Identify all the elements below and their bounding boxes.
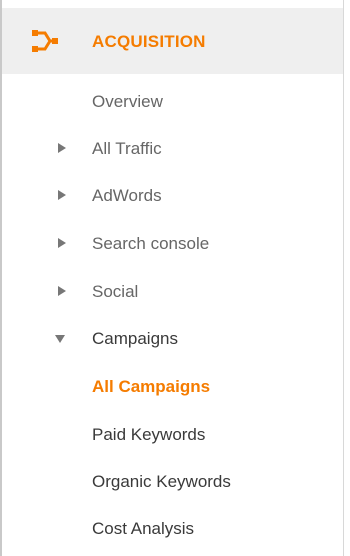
expand-arrow-icon[interactable] [58, 190, 66, 200]
nav-subitem-organic-keywords[interactable]: Organic Keywords [2, 462, 343, 502]
acquisition-fork-icon [32, 30, 58, 52]
nav-item-label: AdWords [92, 186, 162, 205]
nav-subitem-cost-analysis[interactable]: Cost Analysis [2, 509, 343, 549]
nav-item-label: Social [92, 282, 139, 301]
nav-item-label: Overview [92, 92, 163, 111]
nav-subitem-label: Paid Keywords [92, 425, 206, 444]
nav-subitem-all-campaigns[interactable]: All Campaigns [2, 367, 343, 407]
nav-subitem-label: All Campaigns [92, 377, 211, 396]
acquisition-nav-panel: ACQUISITION Overview All Traffic AdWords… [0, 0, 344, 556]
expand-arrow-icon[interactable] [58, 238, 66, 248]
expand-arrow-icon[interactable] [58, 286, 66, 296]
nav-item-label: Search console [92, 234, 210, 253]
nav-item-label: Campaigns [92, 329, 178, 348]
acquisition-title: ACQUISITION [92, 32, 206, 51]
nav-subitem-paid-keywords[interactable]: Paid Keywords [2, 415, 343, 455]
nav-item-social[interactable]: Social [2, 272, 343, 312]
nav-item-campaigns[interactable]: Campaigns [2, 319, 343, 359]
expand-arrow-icon[interactable] [58, 143, 66, 153]
acquisition-section-header[interactable]: ACQUISITION [2, 8, 343, 74]
nav-item-all-traffic[interactable]: All Traffic [2, 129, 343, 169]
nav-item-overview[interactable]: Overview [2, 82, 343, 122]
nav-item-label: All Traffic [92, 139, 162, 158]
nav-item-search-console[interactable]: Search console [2, 224, 343, 264]
collapse-arrow-icon[interactable] [55, 335, 65, 343]
nav-subitem-label: Cost Analysis [92, 519, 195, 538]
nav-subitem-label: Organic Keywords [92, 472, 231, 491]
nav-item-adwords[interactable]: AdWords [2, 176, 343, 216]
